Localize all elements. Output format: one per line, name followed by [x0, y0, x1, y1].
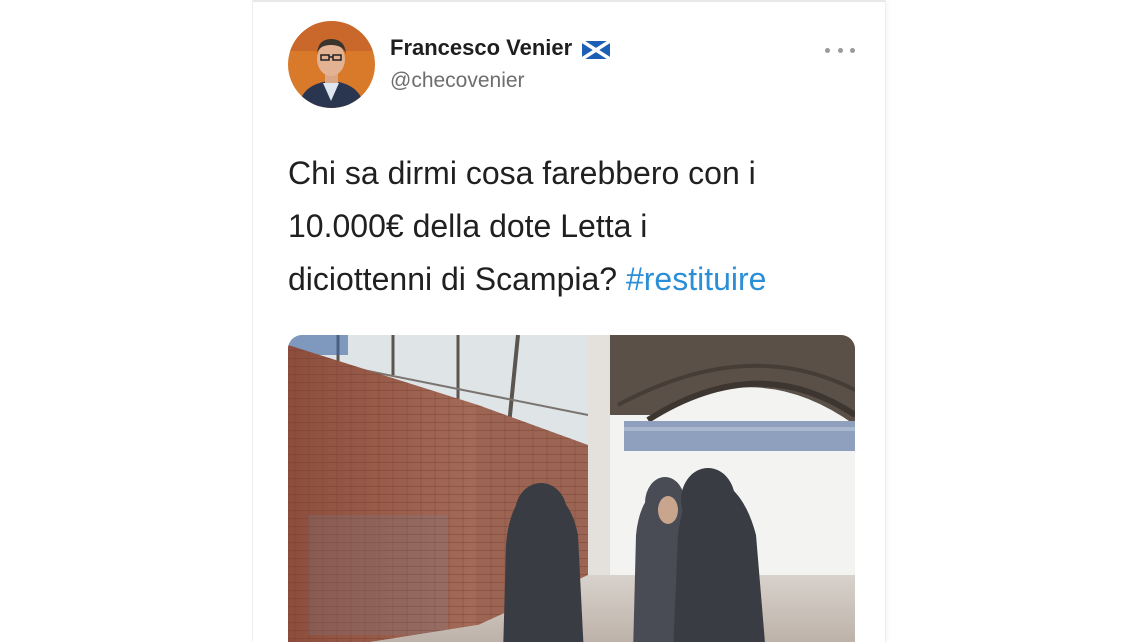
scotland-flag-icon [581, 39, 612, 61]
tweet-media-image[interactable] [288, 335, 855, 642]
tweet-card[interactable]: Francesco Venier @checovenier Chi sa dir… [252, 0, 886, 642]
tweet-text-line-3-body: diciottenni di Scampia? [288, 261, 618, 297]
tweet-text-line-1: Chi sa dirmi cosa farebbero con i [288, 155, 756, 191]
author-name[interactable]: Francesco Venier [390, 35, 612, 61]
dot [825, 47, 830, 53]
dot [850, 47, 855, 53]
author-handle[interactable]: @checovenier [390, 69, 525, 93]
tweet-text-line-3: diciottenni di Scampia? #restituire [288, 253, 848, 306]
more-options-icon[interactable] [825, 40, 855, 60]
tweet-text-line-2: 10.000€ della dote Letta i [288, 208, 648, 244]
tweet-text: Chi sa dirmi cosa farebbero con i 10.000… [288, 147, 848, 306]
dot [837, 47, 843, 53]
author-name-text[interactable]: Francesco Venier [390, 35, 572, 61]
hashtag-link[interactable]: #restituire [626, 261, 767, 297]
divider [253, 0, 885, 2]
avatar[interactable] [288, 21, 375, 108]
